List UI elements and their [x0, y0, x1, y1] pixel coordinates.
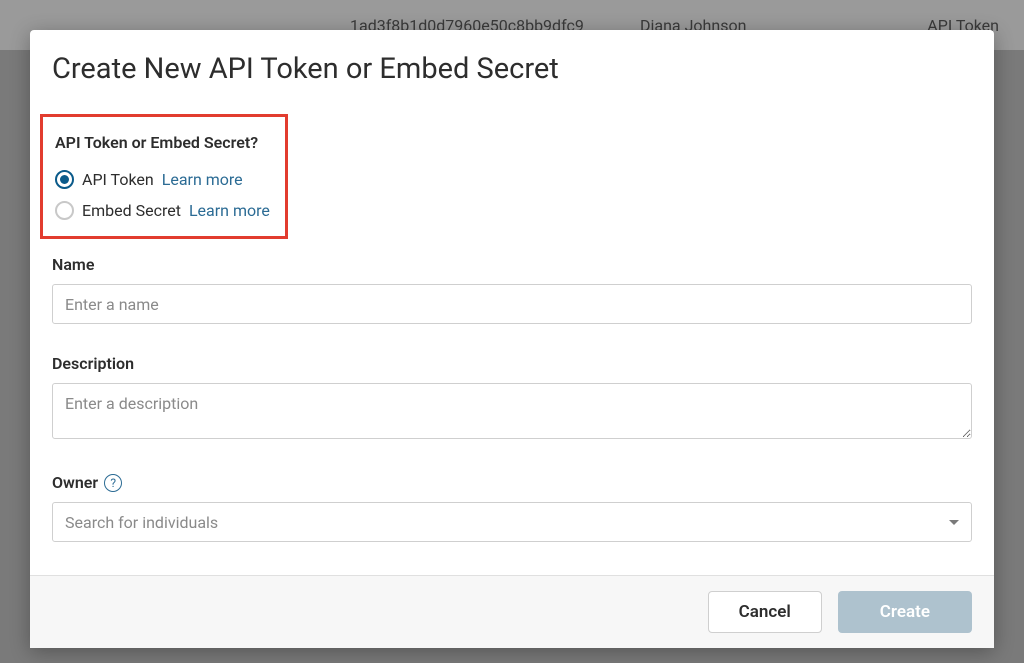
owner-placeholder: Search for individuals — [65, 513, 218, 532]
radio-icon — [55, 201, 74, 220]
learn-more-api-token[interactable]: Learn more — [162, 170, 243, 189]
cancel-button[interactable]: Cancel — [708, 591, 822, 633]
help-icon[interactable]: ? — [104, 474, 122, 492]
radio-icon — [55, 170, 74, 189]
create-button[interactable]: Create — [838, 591, 972, 633]
modal-title: Create New API Token or Embed Secret — [52, 52, 972, 86]
owner-label: Owner ? — [52, 473, 972, 492]
radio-label-api-token: API Token — [82, 170, 154, 189]
create-token-modal: Create New API Token or Embed Secret API… — [30, 30, 994, 648]
modal-footer: Cancel Create — [30, 575, 994, 648]
radio-dot-icon — [60, 175, 69, 184]
owner-label-text: Owner — [52, 473, 98, 492]
token-type-label: API Token or Embed Secret? — [55, 133, 273, 152]
radio-api-token[interactable]: API Token Learn more — [55, 170, 273, 189]
radio-label-embed-secret: Embed Secret — [82, 201, 181, 220]
token-type-section: API Token or Embed Secret? API Token Lea… — [40, 114, 288, 239]
name-input[interactable] — [52, 284, 972, 324]
modal-body: Create New API Token or Embed Secret API… — [30, 30, 994, 575]
learn-more-embed-secret[interactable]: Learn more — [189, 201, 270, 220]
caret-down-icon — [949, 520, 959, 525]
radio-embed-secret[interactable]: Embed Secret Learn more — [55, 201, 273, 220]
description-input[interactable] — [52, 383, 972, 439]
description-label: Description — [52, 354, 972, 373]
owner-select[interactable]: Search for individuals — [52, 502, 972, 542]
name-label: Name — [52, 255, 972, 274]
